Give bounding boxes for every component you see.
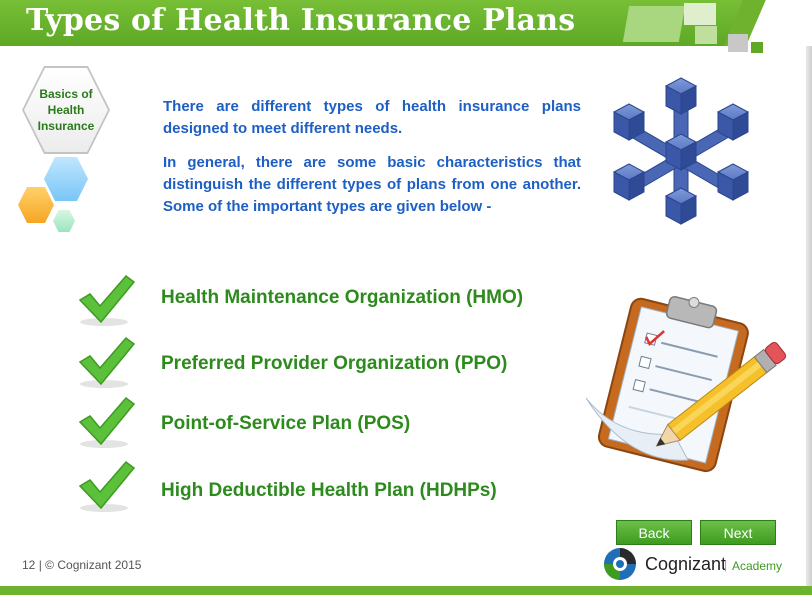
decorative-hexagon [53, 210, 75, 232]
header-decoration [695, 26, 717, 44]
next-button[interactable]: Next [700, 520, 776, 545]
footer-copyright: 12 | © Cognizant 2015 [22, 558, 141, 572]
header-decoration [728, 34, 748, 52]
footer-bar [0, 586, 812, 595]
header-decoration [684, 3, 716, 25]
checkmark-icon [78, 460, 136, 512]
plan-type-item: High Deductible Health Plan (HDHPs) [161, 480, 497, 501]
network-cubes-icon [612, 77, 750, 225]
page-number: 12 [22, 558, 36, 572]
topic-badge-line: Basics of [39, 87, 93, 101]
plan-type-item: Point-of-Service Plan (POS) [161, 413, 411, 434]
topic-badge-line: Insurance [37, 119, 95, 133]
right-edge-shadow [806, 46, 812, 586]
page-title: Types of Health Insurance Plans [26, 3, 576, 38]
plan-type-item: Preferred Provider Organization (PPO) [161, 353, 508, 374]
brand-academy: Academy [732, 559, 783, 573]
footer-separator: | [38, 558, 42, 572]
intro-paragraph: In general, there are some basic charact… [163, 154, 581, 215]
back-button[interactable]: Back [616, 520, 692, 545]
header-decoration [751, 42, 763, 53]
decorative-hexagon [44, 157, 88, 201]
clipboard-pencil-icon [585, 296, 787, 473]
brand-separator: | [724, 558, 728, 572]
intro-paragraph: There are different types of health insu… [163, 98, 581, 137]
decorative-hexagon [18, 187, 54, 223]
brand-name: Cognizant [645, 554, 727, 574]
topic-badge-label: Basics of Health Insurance [24, 86, 108, 134]
checkmark-icon [78, 396, 136, 448]
topic-badge-line: Health [47, 103, 85, 117]
checkmark-icon [78, 336, 136, 388]
cognizant-logo-icon [604, 548, 636, 580]
checkmark-icon [78, 274, 136, 326]
plan-type-item: Health Maintenance Organization (HMO) [161, 287, 524, 308]
header-decoration [622, 6, 686, 42]
copyright-text: © Cognizant 2015 [45, 558, 142, 572]
